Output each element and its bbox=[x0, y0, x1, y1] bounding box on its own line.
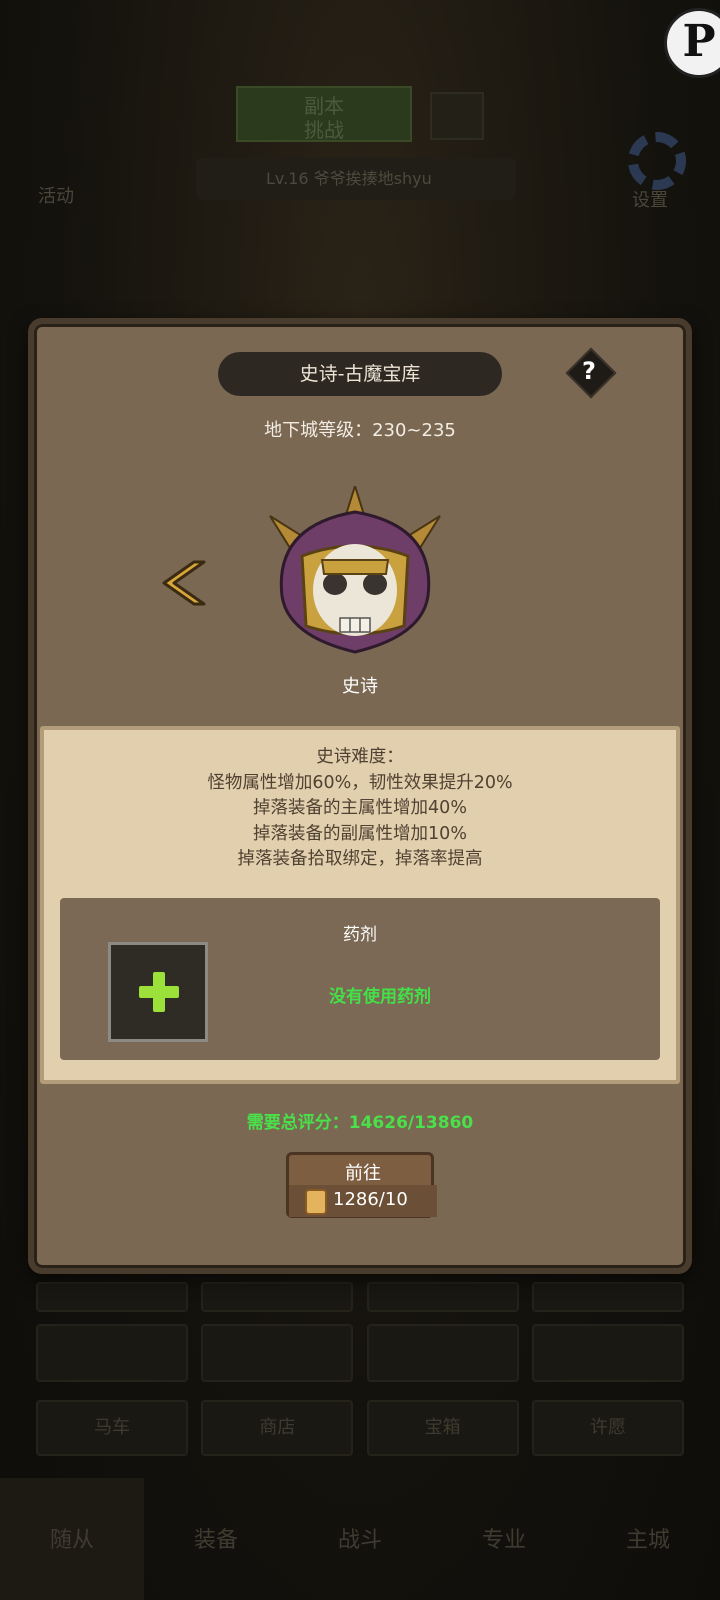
bg-slot bbox=[366, 1324, 519, 1382]
bg-slot-label: 商店 bbox=[201, 1400, 354, 1456]
bg-slot-row-mid bbox=[36, 1324, 684, 1382]
bg-slot bbox=[531, 1282, 684, 1312]
bg-settings-label: 设置 bbox=[632, 190, 668, 211]
skull-helmet-icon bbox=[269, 486, 441, 654]
bg-tab-followers: 随从 bbox=[0, 1478, 144, 1600]
bg-slot bbox=[201, 1324, 354, 1382]
difficulty-label: 史诗 bbox=[342, 676, 378, 697]
plus-icon-vertical bbox=[153, 972, 165, 1012]
bg-slot-label: 宝箱 bbox=[366, 1400, 519, 1456]
bg-slot bbox=[36, 1282, 188, 1312]
dialog-title: 史诗-古魔宝库 bbox=[218, 352, 502, 396]
go-button-label: 前往 bbox=[345, 1163, 381, 1184]
scroll-ticket-icon bbox=[305, 1189, 327, 1215]
bg-tab-equipment: 装备 bbox=[193, 1528, 238, 1553]
add-potion-button[interactable] bbox=[108, 942, 208, 1042]
dungeon-level-text: 地下城等级：230~235 bbox=[264, 420, 456, 441]
bg-slot bbox=[366, 1282, 519, 1312]
description-line: 史诗难度： bbox=[316, 747, 404, 767]
bg-tab-profession: 专业 bbox=[481, 1528, 526, 1553]
question-icon: ? bbox=[582, 357, 596, 385]
help-button[interactable]: ? bbox=[565, 347, 617, 399]
bg-slot-label: 许愿 bbox=[531, 1400, 684, 1456]
bg-event-label: 活动 bbox=[38, 186, 74, 207]
difficulty-description: 史诗难度： 怪物属性增加60%，韧性效果提升20% 掉落装备的主属性增加40% … bbox=[0, 745, 720, 873]
bg-slot bbox=[36, 1324, 188, 1382]
go-button[interactable]: 前往 1286/10 bbox=[286, 1152, 437, 1218]
bg-tab-battle: 战斗 bbox=[337, 1528, 382, 1553]
description-line: 掉落装备的主属性增加40% bbox=[253, 798, 467, 818]
bg-bottom-nav: 随从 装备 战斗 专业 主城 bbox=[0, 1478, 720, 1600]
description-line: 怪物属性增加60%，韧性效果提升20% bbox=[207, 772, 513, 793]
go-cost-row: 1286/10 bbox=[289, 1185, 437, 1217]
bg-slot-label: 马车 bbox=[36, 1400, 188, 1456]
description-line: 掉落装备的副属性增加10% bbox=[253, 823, 467, 844]
go-cost: 1286/10 bbox=[333, 1189, 408, 1210]
chevron-left-icon[interactable] bbox=[160, 556, 214, 610]
bg-slot bbox=[201, 1282, 354, 1312]
bg-swap-icon bbox=[430, 92, 484, 140]
bg-gear-icon bbox=[628, 132, 686, 190]
bg-dungeon-button: 副本 挑战 bbox=[236, 86, 412, 142]
potion-status: 没有使用药剂 bbox=[329, 987, 431, 1007]
bg-slot-row-top bbox=[36, 1282, 684, 1312]
bg-level-bar: Lv.16 爷爷挨揍地shyu bbox=[196, 158, 516, 200]
bg-slot bbox=[531, 1324, 684, 1382]
required-score: 需要总评分：14626/13860 bbox=[246, 1113, 474, 1133]
bg-slot-row-bottom: 马车 商店 宝箱 许愿 bbox=[36, 1400, 684, 1456]
description-line: 掉落装备拾取绑定，掉落率提高 bbox=[237, 849, 483, 869]
bg-tab-city: 主城 bbox=[625, 1528, 670, 1553]
